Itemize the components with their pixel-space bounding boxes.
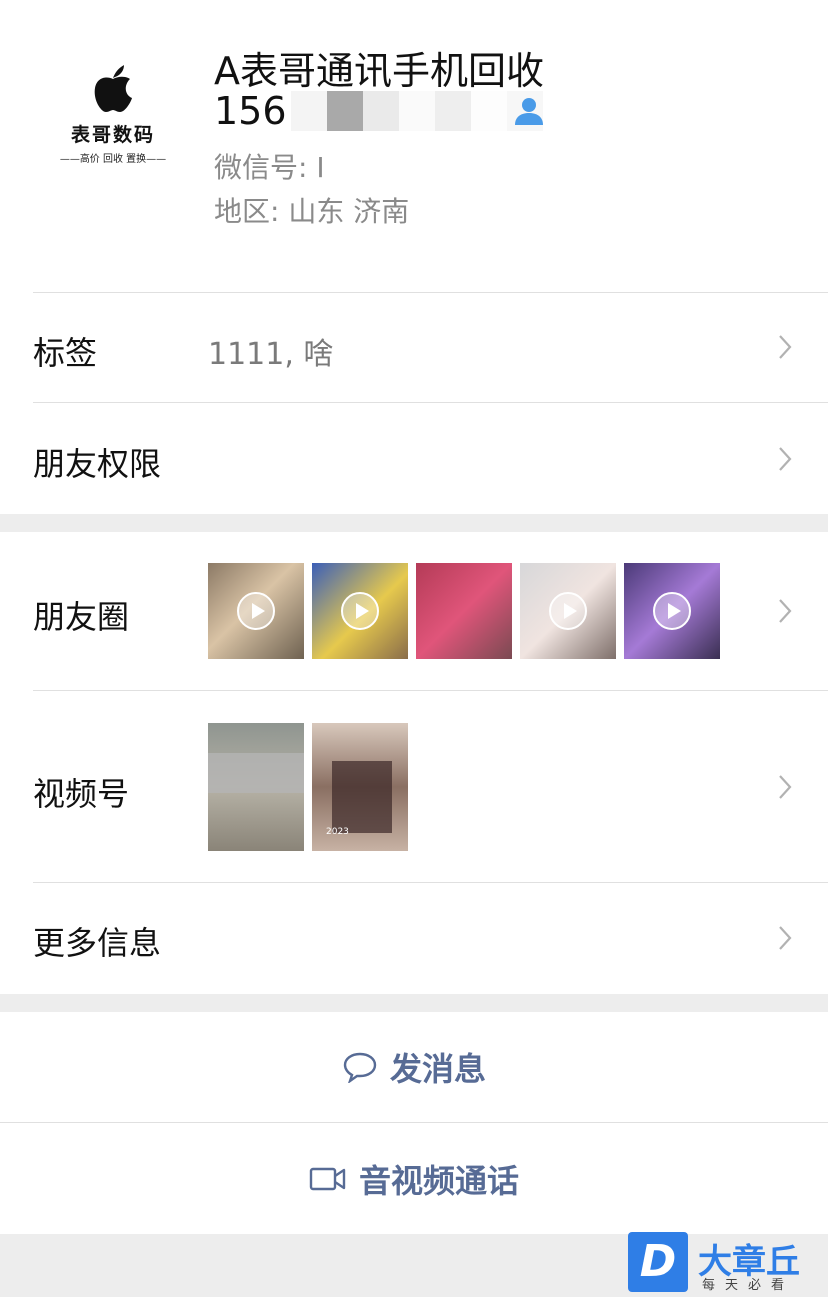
video-call-label: 音视频通话 [358,1161,519,1200]
region: 地区: 山东 济南 [214,190,409,230]
play-icon [237,592,275,630]
play-icon [549,592,587,630]
chevron-right-icon [779,775,792,799]
moments-channels-group: 朋友圈 视频号 2023 更多信息 [0,532,828,994]
send-message-label: 发消息 [389,1050,486,1088]
watermark-subtitle: 每天必看 [702,1278,795,1293]
chevron-right-icon [779,335,792,359]
play-icon [341,592,379,630]
chat-bubble-icon [343,1052,377,1083]
permissions-label: 朋友权限 [33,445,162,483]
wechat-id: 微信号: I [214,146,325,186]
profile-header: 表哥数码 ——高价 回收 置换—— A表哥通讯手机回收 156 微信号: I 地… [0,0,828,292]
tags-value: 1111, 啥 [208,337,334,372]
watermark: D 大章丘 每天必看 [628,1232,828,1297]
moments-thumbnail[interactable] [624,563,720,659]
moments-label: 朋友圈 [33,598,130,636]
more-info-label: 更多信息 [33,924,162,962]
moments-thumbnail[interactable] [520,563,616,659]
avatar[interactable]: 表哥数码 ——高价 回收 置换—— [53,52,173,172]
tags-label: 标签 [33,334,98,372]
channels-thumbnail[interactable]: 2023 [312,723,408,851]
phone-mosaic [290,91,543,131]
contact-name: A表哥通讯手机回收 [214,49,544,93]
moments-row[interactable]: 朋友圈 [0,532,828,690]
moments-thumbnail[interactable] [208,563,304,659]
moments-thumbnail[interactable] [312,563,408,659]
watermark-logo: D [628,1232,688,1292]
contact-card-icon[interactable] [512,96,546,126]
chevron-right-icon [779,447,792,471]
phone-row: 156 [214,88,543,134]
chevron-right-icon [779,599,792,623]
play-icon [653,592,691,630]
permissions-row[interactable]: 朋友权限 [0,403,828,514]
contact-profile-page: 表哥数码 ——高价 回收 置换—— A表哥通讯手机回收 156 微信号: I 地… [0,0,828,1297]
channels-label: 视频号 [33,775,130,813]
wechat-id-label: 微信号: [214,151,317,184]
wechat-id-value: I [316,151,325,184]
send-message-button[interactable]: 发消息 [0,1012,828,1122]
channels-row[interactable]: 视频号 2023 [0,691,828,882]
moments-thumbnail[interactable] [416,563,512,659]
more-info-row[interactable]: 更多信息 [0,883,828,994]
channels-thumbnail[interactable] [208,723,304,851]
avatar-brand-text: 表哥数码 [70,124,155,146]
tags-permissions-group: 标签 1111, 啥 朋友权限 [0,292,828,514]
tags-row[interactable]: 标签 1111, 啥 [0,292,828,402]
phone-number: 156 [214,89,287,133]
video-call-button[interactable]: 音视频通话 [0,1123,828,1234]
region-label: 地区: [214,195,289,228]
thumbnail-mosaic [332,761,392,833]
apple-logo-icon [94,65,132,112]
actions-group: 发消息 音视频通话 [0,1012,828,1234]
thumbnail-mosaic [208,753,304,793]
avatar-slogan-text: ——高价 回收 置换—— [59,154,167,165]
thumbnail-caption: 2023 [326,827,349,837]
video-camera-icon [309,1167,346,1190]
region-value: 山东 济南 [288,195,410,228]
chevron-right-icon [779,926,792,950]
